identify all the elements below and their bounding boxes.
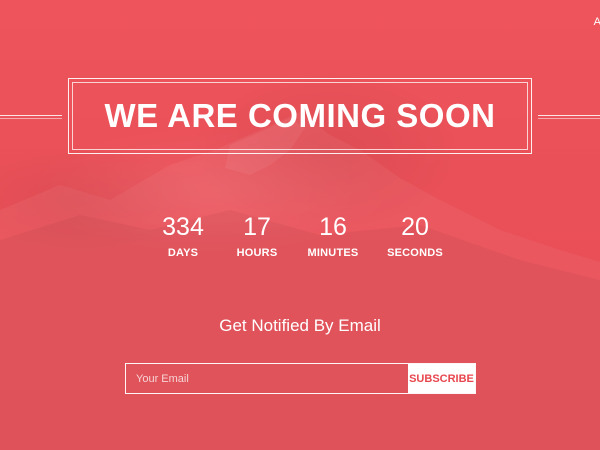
notify-heading: Get Notified By Email	[219, 316, 381, 335]
countdown-seconds-value: 20	[401, 213, 429, 241]
title-divider-left	[0, 115, 62, 119]
countdown-minutes: 16 MINUTES	[293, 212, 373, 259]
countdown-days-value: 334	[162, 213, 204, 241]
title-divider-right	[538, 115, 600, 119]
title-frame: WE ARE COMING SOON	[68, 78, 532, 154]
countdown-seconds: 20 SECONDS	[375, 212, 455, 259]
countdown-minutes-value: 16	[319, 213, 347, 241]
hero-title-block: WE ARE COMING SOON	[0, 78, 600, 154]
countdown-hours: 17 HOURS	[217, 212, 297, 259]
nav-link[interactable]: A	[594, 16, 600, 28]
countdown-minutes-label: MINUTES	[307, 247, 359, 259]
countdown-days: 334 DAYS	[143, 212, 223, 259]
countdown-days-label: DAYS	[167, 247, 199, 259]
email-input[interactable]	[126, 364, 408, 393]
countdown-hours-label: HOURS	[236, 247, 278, 259]
countdown-hours-value: 17	[243, 213, 271, 241]
subscribe-form: SUBSCRIBE	[125, 363, 476, 394]
page-title: WE ARE COMING SOON	[104, 97, 496, 134]
countdown-seconds-label: SECONDS	[387, 247, 443, 259]
subscribe-button[interactable]: SUBSCRIBE	[408, 364, 475, 393]
